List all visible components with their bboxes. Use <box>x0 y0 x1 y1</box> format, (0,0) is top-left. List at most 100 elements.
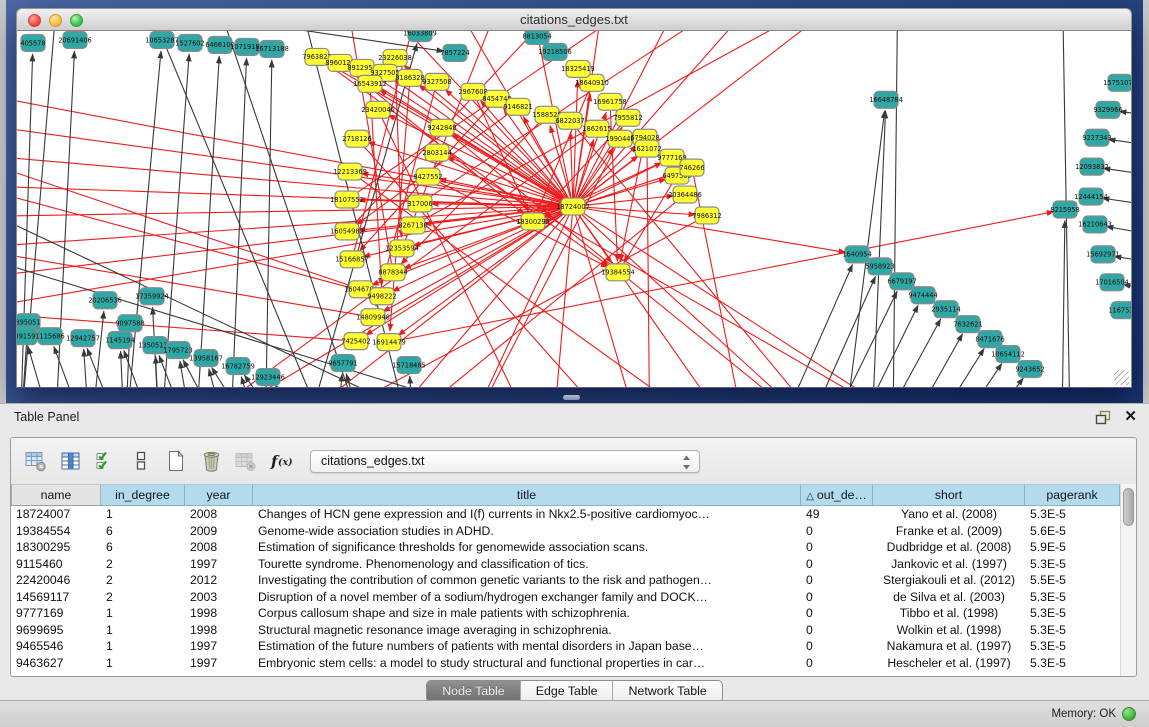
memory-status-dot[interactable] <box>1122 707 1136 721</box>
table-row[interactable]: 977716911998Corpus callosum shape and si… <box>11 605 1136 622</box>
table-cell: 9115460 <box>11 556 101 573</box>
column-header-year[interactable]: year <box>185 484 253 506</box>
table-cell: 1998 <box>185 605 253 622</box>
network-canvas[interactable]: 1872400718300295193845547963822896012889… <box>16 31 1132 388</box>
graph-node-label: 17359924 <box>135 293 169 301</box>
delete-table-icon[interactable] <box>233 448 259 474</box>
tab-node-table[interactable]: Node Table <box>427 681 520 702</box>
table-cell: Structural magnetic resonance image aver… <box>253 622 801 639</box>
table-cell: 5.3E-5 <box>1025 655 1120 672</box>
close-panel-icon[interactable]: ✕ <box>1124 409 1137 425</box>
column-header-short[interactable]: short <box>873 484 1025 506</box>
graph-node-label: 20206536 <box>88 297 122 305</box>
graph-edge <box>275 385 335 387</box>
scrollbar-thumb[interactable] <box>1123 488 1134 526</box>
table-cell: 5.5E-5 <box>1025 572 1120 589</box>
graph-node-label: 2803144 <box>422 149 451 157</box>
table-cell: 0 <box>801 589 873 606</box>
table-header-row: name in_degree year title △out_de…shortpager… <box>11 484 1136 506</box>
graph-node-label: 12093832 <box>1075 163 1109 171</box>
table-cell: 1 <box>101 638 185 655</box>
table-mode-icon[interactable] <box>23 448 49 474</box>
table-row[interactable]: 911546021997Tourette syndrome. Phenomeno… <box>11 556 1136 573</box>
graph-edge <box>550 215 572 387</box>
table-cell: 14569117 <box>11 589 101 606</box>
graph-node-label: 20364486 <box>668 191 702 199</box>
graph-node-label: 12353594 <box>385 245 419 253</box>
graph-node-label: 9474444 <box>908 292 937 300</box>
panel-divider-handle[interactable] <box>563 395 580 400</box>
table-cell: 0 <box>801 539 873 556</box>
tab-edge-table[interactable]: Edge Table <box>521 681 614 702</box>
column-header-title[interactable]: title <box>253 484 801 506</box>
zoom-traffic-light[interactable] <box>70 14 83 27</box>
graph-node-label: 12213369 <box>333 168 367 176</box>
table-row[interactable]: 1830029562008Estimation of significance … <box>11 539 1136 556</box>
graph-node-label: 17016504 <box>1095 279 1129 287</box>
graph-node-label: 12923446 <box>251 373 285 381</box>
table-selector-dropdown[interactable]: citations_edges.txt <box>310 450 700 473</box>
window-resize-grip[interactable] <box>1114 370 1129 385</box>
table-row[interactable]: 946554611997Estimation of the future num… <box>11 638 1136 655</box>
network-window-titlebar[interactable]: citations_edges.txt <box>16 8 1132 31</box>
table-row[interactable]: 1938455462009Genome-wide association stu… <box>11 523 1136 540</box>
graph-edge <box>450 215 569 387</box>
graph-node-label: 18640910 <box>575 79 609 87</box>
graph-node-label: 16914479 <box>372 338 406 346</box>
select-rows-icon[interactable] <box>93 448 119 474</box>
column-header-indegree[interactable]: in_degree <box>101 484 185 506</box>
float-panel-icon[interactable] <box>1095 410 1111 425</box>
table-cell: 2008 <box>185 506 253 523</box>
vertical-scrollbar[interactable] <box>1120 484 1136 676</box>
graph-node-label: 8878344 <box>378 269 407 277</box>
table-cell: 2012 <box>185 572 253 589</box>
row-height-icon[interactable] <box>128 448 154 474</box>
table-cell: 9463627 <box>11 655 101 672</box>
table-row[interactable]: 1456911722003Disruption of a novel membe… <box>11 589 1136 606</box>
column-header-outde[interactable]: △out_de… <box>801 484 873 506</box>
graph-edge <box>17 180 564 207</box>
table-cell: 1 <box>101 605 185 622</box>
close-traffic-light[interactable] <box>28 14 41 27</box>
table-row[interactable]: 969969511998Structural magnetic resonanc… <box>11 622 1136 639</box>
table-cell: 2003 <box>185 589 253 606</box>
graph-edge <box>870 319 941 387</box>
table-cell: 5.3E-5 <box>1025 589 1120 606</box>
delete-column-icon[interactable] <box>198 448 224 474</box>
column-header-label: in_degree <box>115 488 170 502</box>
table-row[interactable]: 946362711997Embryonic stem cells: a mode… <box>11 655 1136 672</box>
table-cell: Corpus callosum shape and size in male p… <box>253 605 801 622</box>
graph-node-label: 8267130 <box>398 222 427 230</box>
table-cell: 1 <box>101 622 185 639</box>
column-header-name[interactable]: name <box>11 484 101 506</box>
graph-node-label: 317006 <box>407 200 432 208</box>
table-row[interactable]: 1872400712008Changes of HCN gene express… <box>11 506 1136 523</box>
new-column-icon[interactable] <box>163 448 189 474</box>
table-row[interactable]: 2242004622012Investigating the contribut… <box>11 572 1136 589</box>
function-builder-icon[interactable]: f (x) <box>270 448 296 474</box>
table-cell: Disruption of a novel member of a sodium… <box>253 589 801 606</box>
show-columns-icon[interactable] <box>58 448 84 474</box>
graph-edge <box>780 264 853 387</box>
table-cell: Estimation of significance thresholds fo… <box>253 539 801 556</box>
sort-ascending-icon: △ <box>806 491 814 502</box>
graph-node-label: 18724007 <box>556 203 590 211</box>
tab-network-table[interactable]: Network Table <box>613 681 721 702</box>
table-cell: Dudbridge et al. (2008) <box>873 539 1025 556</box>
graph-node-label: 7857224 <box>440 49 469 57</box>
graph-node-label: 16713188 <box>255 45 289 53</box>
minimize-traffic-light[interactable] <box>49 14 62 27</box>
graph-node-label: 23420046 <box>361 106 395 114</box>
graph-node-label: 1115686 <box>35 332 64 340</box>
column-header-label: title <box>517 488 536 502</box>
graph-node-label: 7955812 <box>613 114 642 122</box>
graph-node-label: 10654112 <box>991 350 1025 358</box>
column-header-pagerank[interactable]: pagerank <box>1025 484 1120 506</box>
table-cell: 0 <box>801 572 873 589</box>
graph-node-label: 1621072 <box>632 145 661 153</box>
graph-node-label: 9327508 <box>422 78 451 86</box>
table-cell: 1997 <box>185 638 253 655</box>
graph-node-label: 1640954 <box>842 251 871 259</box>
graph-node-label: 16648784 <box>869 96 903 104</box>
graph-node-label: 16961758 <box>593 98 627 106</box>
